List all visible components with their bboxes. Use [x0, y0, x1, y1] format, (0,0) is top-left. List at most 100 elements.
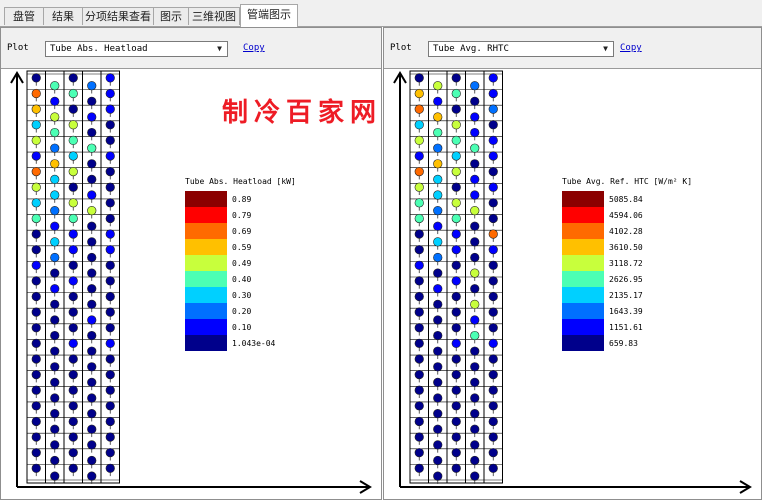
right-plot-panel: Plot Tube Avg. RHTC ▼ Copy Tube Avg. Ref… — [383, 27, 762, 500]
tube-circle — [50, 206, 60, 216]
tube-circle — [414, 291, 424, 302]
legend-swatch — [562, 207, 604, 223]
tube-circle — [105, 151, 115, 161]
tube-circle — [68, 260, 78, 270]
tube-circle — [31, 416, 41, 427]
tube-circle — [50, 143, 60, 153]
tube-circle — [451, 120, 461, 130]
tube-circle — [451, 166, 461, 177]
tube-circle — [451, 338, 461, 348]
tube-circle — [87, 174, 97, 185]
legend-swatch — [185, 207, 227, 223]
legend-value: 3610.50 — [609, 243, 643, 252]
tube-circle — [50, 127, 60, 138]
tube-circle — [68, 323, 78, 333]
tube-circle — [451, 323, 461, 333]
tube-circle — [68, 385, 78, 395]
tube-circle — [451, 151, 461, 161]
tube-circle — [470, 330, 480, 341]
tube-circle — [433, 252, 443, 263]
plot-select[interactable]: Tube Avg. RHTC ▼ — [428, 41, 614, 57]
tube-circle — [68, 432, 78, 442]
legend-swatch — [562, 303, 604, 319]
tube-circle — [451, 198, 461, 208]
tube-circle — [433, 299, 443, 309]
tube-circle — [50, 440, 60, 450]
tab-results[interactable]: 结果 — [43, 7, 83, 25]
legend-value: 0.79 — [232, 211, 252, 220]
tube-circle — [50, 159, 60, 169]
plot-select-value: Tube Abs. Heatload — [50, 44, 148, 54]
tube-circle — [105, 198, 115, 208]
tube-circle — [488, 307, 498, 317]
tube-circle — [31, 182, 41, 192]
legend-entry: 1.043e-04 — [185, 335, 345, 351]
tube-circle — [50, 221, 60, 231]
plot-select[interactable]: Tube Abs. Heatload ▼ — [45, 41, 228, 57]
tab-coil[interactable]: 盘管 — [4, 7, 44, 25]
tab-diagram[interactable]: 图示 — [153, 7, 189, 25]
tube-circle — [105, 276, 115, 286]
tube-circle — [414, 354, 424, 364]
tube-circle — [488, 198, 498, 208]
legend-value: 2626.95 — [609, 275, 643, 284]
tube-circle — [433, 377, 443, 388]
tube-circle — [68, 73, 78, 83]
chevron-down-icon[interactable]: ▼ — [214, 43, 225, 55]
tube-circle — [470, 440, 480, 450]
tube-circle — [470, 221, 480, 231]
legend-entry: 1151.61 — [562, 319, 722, 335]
tube-circle — [50, 409, 60, 419]
legend-value: 0.30 — [232, 291, 252, 300]
chevron-down-icon[interactable]: ▼ — [600, 43, 611, 55]
legend-value: 0.89 — [232, 195, 252, 204]
legend-entry: 4594.06 — [562, 207, 722, 223]
tube-circle — [68, 448, 78, 458]
tube-circle — [68, 229, 78, 239]
tube-circle — [470, 455, 480, 466]
tube-circle — [105, 338, 115, 348]
legend-swatch — [185, 255, 227, 271]
tube-circle — [433, 284, 443, 294]
legend-value: 4102.28 — [609, 227, 643, 236]
legend-value: 0.40 — [232, 275, 252, 284]
tube-circle — [105, 135, 115, 145]
copy-link[interactable]: Copy — [620, 43, 642, 53]
tube-circle — [50, 315, 60, 325]
tube-circle — [433, 206, 443, 216]
tab-detailed-results[interactable]: 分项结果查看 — [82, 7, 154, 25]
tube-circle — [31, 151, 41, 161]
legend-swatch — [562, 287, 604, 303]
tube-circle — [31, 354, 41, 364]
tube-circle — [31, 213, 41, 224]
tube-circle — [31, 260, 41, 270]
tube-circle — [31, 401, 41, 411]
tube-circle — [488, 323, 498, 333]
tube-circle — [470, 143, 480, 153]
tube-circle — [105, 120, 115, 130]
tube-circle — [433, 440, 443, 450]
tube-circle — [105, 166, 115, 177]
tube-circle — [105, 369, 115, 380]
tube-circle — [105, 229, 115, 239]
tube-circle — [87, 206, 97, 216]
tube-circle — [50, 81, 60, 91]
legend-title: Tube Abs. Heatload [kW] — [185, 177, 296, 186]
tube-circle — [87, 455, 97, 466]
tab-3d-view[interactable]: 三维视图 — [188, 7, 240, 25]
copy-link[interactable]: Copy — [243, 43, 265, 53]
tube-circle — [433, 127, 443, 138]
legend-value: 0.59 — [232, 243, 252, 252]
tube-circle — [414, 213, 424, 224]
legend-swatch — [185, 303, 227, 319]
tube-circle — [433, 393, 443, 403]
tube-circle — [68, 104, 78, 114]
tube-circle — [87, 362, 97, 372]
tube-circle — [414, 229, 424, 239]
tube-plot-area: Tube Abs. Heatload [kW] 0.89 0.79 0.69 0.59… — [1, 68, 381, 499]
tube-circle — [451, 229, 461, 239]
tab-tube-end-diagram[interactable]: 管端图示 — [240, 4, 298, 27]
tube-circle — [451, 73, 461, 83]
tube-circle — [68, 291, 78, 302]
tube-circle — [488, 135, 498, 145]
